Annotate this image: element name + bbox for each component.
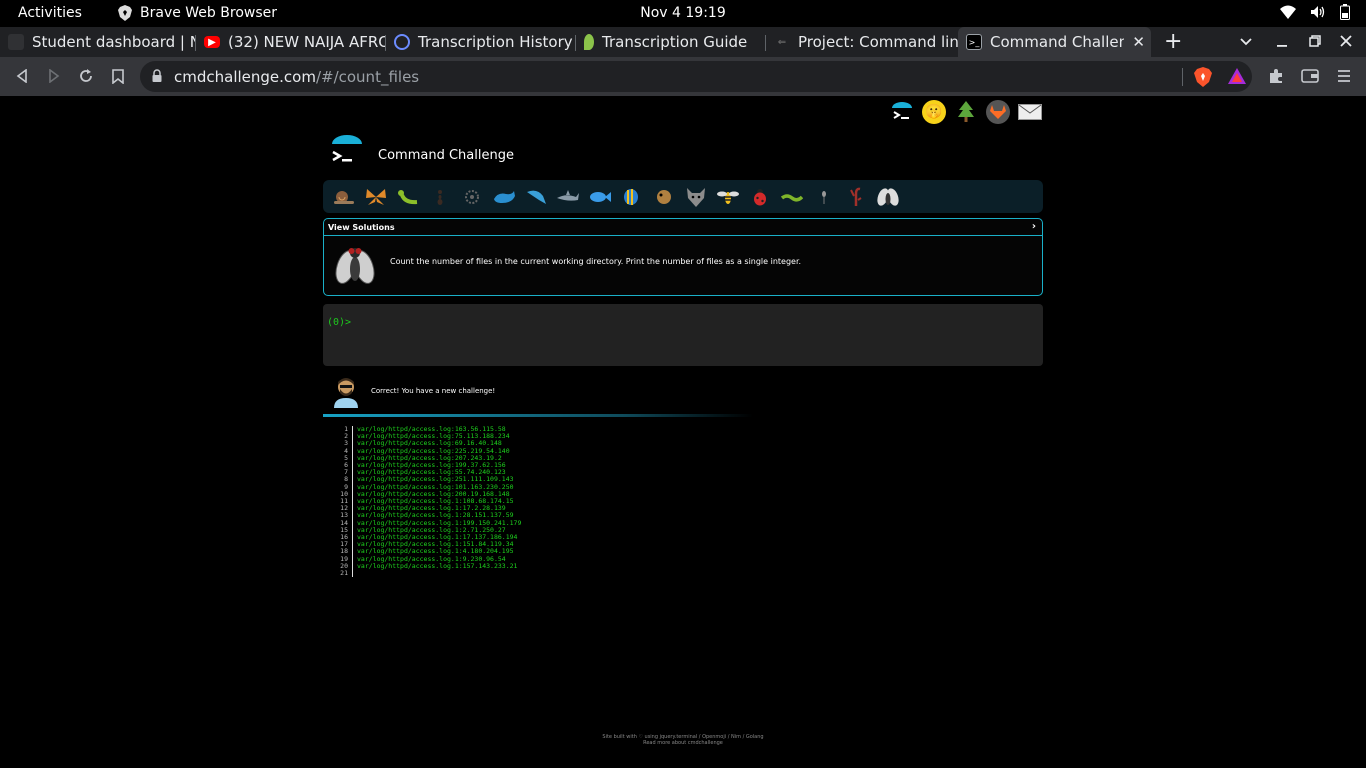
view-solutions-toggle[interactable]: View Solutions › xyxy=(324,219,1042,236)
fish-icon[interactable] xyxy=(587,184,612,209)
terminal-prompt: (0)> xyxy=(327,317,352,328)
ant-icon[interactable] xyxy=(427,184,452,209)
address-bar[interactable]: cmdchallenge.com/#/count_files xyxy=(140,61,1252,92)
youtube-icon: ▶ xyxy=(204,36,220,48)
system-top-bar: Activities Brave Web Browser Nov 4 19:19 xyxy=(0,0,1366,27)
tropical-fish-icon[interactable] xyxy=(619,184,644,209)
mail-icon[interactable] xyxy=(1018,100,1042,124)
challenge-panel: View Solutions › Count the number of fil… xyxy=(323,218,1043,296)
forward-button[interactable] xyxy=(44,66,64,86)
close-tab-icon[interactable]: ✕ xyxy=(1132,33,1145,51)
wifi-icon xyxy=(1280,5,1296,19)
bookmark-icon[interactable] xyxy=(108,66,128,86)
gear-icon[interactable] xyxy=(459,184,484,209)
wolf-icon[interactable] xyxy=(683,184,708,209)
ladybug-icon[interactable] xyxy=(747,184,772,209)
bee-icon[interactable] xyxy=(715,184,740,209)
brave-icon xyxy=(118,5,132,21)
fly-icon[interactable] xyxy=(875,184,900,209)
tab-strip: Student dashboard | N ▶ (32) NEW NAIJA A… xyxy=(0,27,1366,57)
view-solutions-label: View Solutions xyxy=(328,223,395,232)
tab-youtube[interactable]: ▶ (32) NEW NAIJA AFRO xyxy=(196,27,386,57)
tab-favicon: ⇐ xyxy=(777,36,787,48)
url-text: cmdchallenge.com/#/count_files xyxy=(174,68,419,86)
shark-icon[interactable] xyxy=(555,184,580,209)
battery-icon xyxy=(1340,4,1350,20)
app-name: Brave Web Browser xyxy=(140,5,277,21)
line-numbers: 1 2 3 4 5 6 7 8 9 10 11 12 13 14 15 16 17 18 19 20 21 xyxy=(330,425,348,578)
output-line: var/log/httpd/access.log.1:157.143.233.2… xyxy=(357,561,518,570)
output-lines: var/log/httpd/access.log:163.56.115.58 va… xyxy=(357,425,521,577)
clock[interactable]: Nov 4 19:19 xyxy=(640,5,725,21)
maximize-button[interactable] xyxy=(1309,31,1321,52)
tab-title: Project: Command line xyxy=(798,33,958,51)
command-challenge-logo xyxy=(332,135,362,162)
line-number: 21 xyxy=(340,569,348,578)
terminal-logo-icon[interactable] xyxy=(890,100,914,124)
app-menu[interactable]: Brave Web Browser xyxy=(118,5,277,21)
site-title: Command Challenge xyxy=(378,148,514,163)
result-panel: Correct! You have a new challenge! xyxy=(323,374,753,418)
chevron-right-icon: › xyxy=(1031,221,1036,232)
close-window-button[interactable] xyxy=(1340,31,1352,52)
url-path: /#/count_files xyxy=(315,68,420,86)
challenge-description: Count the number of files in the current… xyxy=(390,257,802,266)
shushing-face-icon[interactable]: 🤫 xyxy=(922,100,946,124)
extensions-icon[interactable] xyxy=(1266,66,1286,86)
tree-icon[interactable] xyxy=(954,100,978,124)
blowfish-icon[interactable] xyxy=(651,184,676,209)
brave-rewards-icon[interactable] xyxy=(1228,68,1246,84)
mosquito-icon[interactable] xyxy=(811,184,836,209)
tab-transcription-guide[interactable]: Transcription Guide xyxy=(576,27,766,57)
browser-toolbar: cmdchallenge.com/#/count_files xyxy=(0,57,1366,96)
whale-icon[interactable] xyxy=(491,184,516,209)
snail-icon[interactable] xyxy=(331,184,356,209)
dolphin-icon[interactable] xyxy=(523,184,548,209)
lock-icon xyxy=(152,69,162,82)
wallet-icon[interactable] xyxy=(1300,66,1320,86)
caterpillar-icon[interactable] xyxy=(395,184,420,209)
volume-icon xyxy=(1311,6,1325,18)
person-avatar-icon xyxy=(334,378,358,408)
footer-read-more-link[interactable]: Read more about cmdchallenge xyxy=(0,740,1366,746)
back-button[interactable] xyxy=(12,66,32,86)
site-footer: Site built with ♡ using jquery.terminal … xyxy=(0,734,1366,746)
activities-button[interactable]: Activities xyxy=(18,5,82,21)
challenge-selector xyxy=(323,180,1043,213)
terminal-icon: >_ xyxy=(966,34,982,50)
tab-title: Command Challeng xyxy=(990,33,1125,51)
brave-shields-icon[interactable] xyxy=(1194,67,1212,87)
tab-title: Transcription Guide xyxy=(602,33,748,51)
tab-command-challenge[interactable]: >_ Command Challeng ✕ xyxy=(958,27,1151,57)
result-divider xyxy=(323,414,753,417)
system-tray[interactable] xyxy=(1280,4,1350,20)
tab-transcription-history[interactable]: Transcription History xyxy=(386,27,576,57)
result-message: Correct! You have a new challenge! xyxy=(371,387,496,395)
scorpion-icon[interactable] xyxy=(843,184,868,209)
output-gutter xyxy=(352,426,353,577)
tab-title: Transcription History xyxy=(418,33,573,51)
url-domain: cmdchallenge.com xyxy=(174,68,316,86)
social-links: 🤫 xyxy=(890,100,1042,124)
leaf-icon xyxy=(584,34,594,50)
tab-title: (32) NEW NAIJA AFRO xyxy=(228,33,386,51)
tab-favicon xyxy=(8,34,24,50)
tab-student-dashboard[interactable]: Student dashboard | N xyxy=(0,27,196,57)
worm-icon[interactable] xyxy=(779,184,804,209)
butterfly-icon[interactable] xyxy=(363,184,388,209)
minimize-button[interactable] xyxy=(1276,31,1288,52)
new-tab-button[interactable]: + xyxy=(1164,29,1182,54)
terminal-input[interactable]: (0)> xyxy=(323,304,1043,366)
chevron-down-icon[interactable] xyxy=(1240,31,1252,52)
tab-title: Student dashboard | N xyxy=(32,33,196,51)
fly-icon xyxy=(335,248,375,284)
page-content: 🤫 Command Challenge View Solutions › Cou… xyxy=(0,96,1366,768)
gitlab-icon[interactable] xyxy=(986,100,1010,124)
reload-button[interactable] xyxy=(76,66,96,86)
tab-project-command-line[interactable]: ⇐ Project: Command line xyxy=(766,27,958,57)
globe-icon xyxy=(394,34,410,50)
menu-icon[interactable] xyxy=(1334,66,1354,86)
